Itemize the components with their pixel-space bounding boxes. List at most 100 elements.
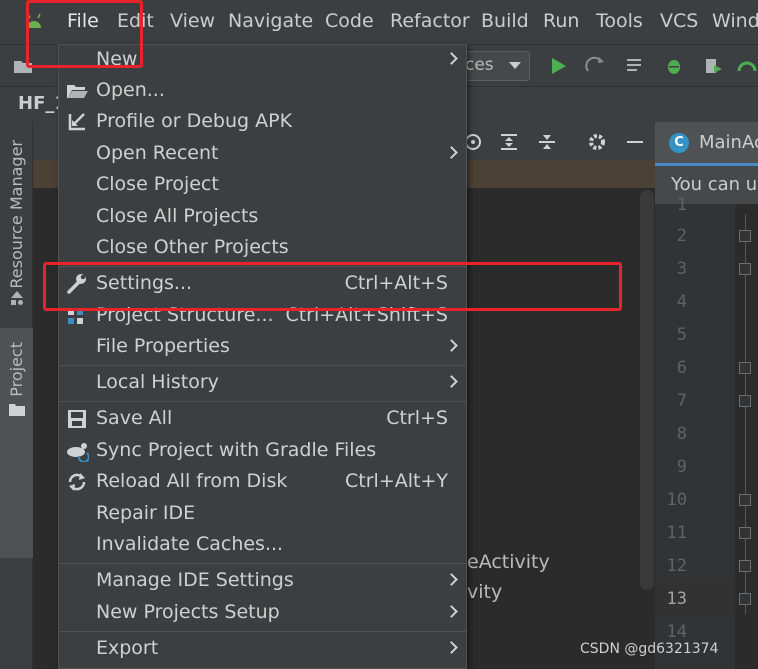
- fold-marker-icon[interactable]: [739, 395, 751, 407]
- tree-item[interactable]: eActivity: [467, 551, 550, 573]
- line-number: 4: [676, 292, 687, 312]
- menu-item-repair-ide[interactable]: Repair IDE: [59, 499, 466, 530]
- menu-item-label: Close Project: [96, 173, 219, 195]
- menu-code[interactable]: Code: [325, 10, 374, 32]
- menu-run[interactable]: Run: [543, 10, 579, 32]
- chevron-right-icon: [445, 52, 458, 65]
- editor-tab-mainactivity[interactable]: C MainAc: [655, 122, 758, 166]
- chevron-right-icon: [445, 375, 458, 388]
- menu-item-manage-ide-settings[interactable]: Manage IDE Settings: [59, 566, 466, 597]
- fold-marker-icon[interactable]: [739, 494, 751, 506]
- menu-item-profile-debug-apk[interactable]: Profile or Debug APK: [59, 107, 466, 138]
- left-tool-strip: Resource Manager Project: [0, 122, 33, 669]
- menu-item-label: File Properties: [96, 335, 230, 357]
- fold-marker-icon[interactable]: [739, 263, 751, 275]
- menu-item-shortcut: Ctrl+Alt+Y: [345, 470, 448, 492]
- editor-tab-label: MainAc: [699, 132, 758, 153]
- menu-item-file-properties[interactable]: File Properties: [59, 332, 466, 363]
- menu-separator: [59, 401, 466, 402]
- line-number-current: 13: [666, 589, 687, 609]
- minimize-icon[interactable]: [625, 132, 645, 152]
- editor-notice-text: You can us: [671, 174, 758, 195]
- menu-item-label: Close All Projects: [96, 205, 259, 227]
- line-number: 3: [676, 259, 687, 279]
- tab-project[interactable]: Project: [0, 328, 33, 558]
- run-list-icon[interactable]: [624, 55, 646, 77]
- debug-icon[interactable]: [663, 55, 685, 77]
- menu-item-label: Invalidate Caches...: [96, 533, 284, 555]
- folder-icon: [9, 404, 25, 416]
- editor-tab-bar: C MainAc: [655, 122, 758, 166]
- menu-separator: [59, 365, 466, 366]
- fold-marker-icon[interactable]: [739, 527, 751, 539]
- menu-item-reload-all[interactable]: Reload All from Disk Ctrl+Alt+Y: [59, 467, 466, 498]
- line-number: 10: [666, 490, 687, 510]
- chevron-right-icon: [445, 573, 458, 586]
- run-icon[interactable]: [547, 55, 569, 77]
- folder-open-icon: [67, 85, 88, 98]
- menu-item-label: Open...: [96, 79, 165, 101]
- menu-separator: [59, 631, 466, 632]
- line-number: 9: [676, 457, 687, 477]
- menu-item-close-project[interactable]: Close Project: [59, 170, 466, 201]
- menu-item-label: Close Other Projects: [96, 236, 289, 258]
- menu-item-sync-gradle[interactable]: Sync Project with Gradle Files: [59, 436, 466, 467]
- line-number: 1: [676, 195, 687, 215]
- menu-item-local-history[interactable]: Local History: [59, 368, 466, 399]
- chevron-down-icon: [509, 62, 521, 69]
- chevron-right-icon: [445, 605, 458, 618]
- menu-item-label: Local History: [96, 371, 219, 393]
- menu-vcs[interactable]: VCS: [660, 10, 698, 32]
- chevron-right-icon: [445, 146, 458, 159]
- menu-item-label: Repair IDE: [96, 502, 196, 524]
- line-number: 11: [666, 523, 687, 543]
- menu-item-open-recent[interactable]: Open Recent: [59, 139, 466, 170]
- watermark: CSDN @gd6321374: [580, 641, 719, 657]
- gear-icon[interactable]: [587, 132, 607, 152]
- tab-project-label: Project: [7, 342, 26, 397]
- chevron-right-icon: [445, 641, 458, 654]
- menu-item-label: Sync Project with Gradle Files: [96, 439, 377, 461]
- menu-item-save-all[interactable]: Save All Ctrl+S: [59, 404, 466, 435]
- line-number: 6: [676, 358, 687, 378]
- coverage-icon[interactable]: [702, 55, 724, 77]
- menu-item-new-projects-setup[interactable]: New Projects Setup: [59, 598, 466, 629]
- project-scrollbar[interactable]: [640, 190, 654, 590]
- menu-item-shortcut: Ctrl+S: [386, 407, 448, 429]
- save-icon: [68, 410, 86, 428]
- menu-item-close-other-projects[interactable]: Close Other Projects: [59, 233, 466, 264]
- menu-item-open[interactable]: Open...: [59, 76, 466, 107]
- menu-item-close-all-projects[interactable]: Close All Projects: [59, 202, 466, 233]
- menu-build[interactable]: Build: [481, 10, 529, 32]
- line-number: 14: [666, 622, 687, 642]
- menu-tools[interactable]: Tools: [596, 10, 643, 32]
- menu-navigate[interactable]: Navigate: [228, 10, 313, 32]
- fold-marker-icon[interactable]: [739, 230, 751, 242]
- line-number: 2: [676, 226, 687, 246]
- fold-marker-icon[interactable]: [739, 593, 751, 605]
- menu-item-label: New Projects Setup: [96, 601, 280, 623]
- resource-manager-icon: [11, 291, 23, 305]
- fold-marker-icon[interactable]: [739, 560, 751, 572]
- menu-view[interactable]: View: [170, 10, 215, 32]
- fold-marker-icon[interactable]: [739, 362, 751, 374]
- menu-item-export[interactable]: Export: [59, 634, 466, 665]
- import-arrow-icon: [68, 113, 85, 131]
- menu-window[interactable]: Wind: [712, 10, 758, 32]
- file-menu: New Open... Profile or Debug APK Open Re…: [58, 44, 467, 669]
- tree-item[interactable]: vity: [467, 581, 502, 603]
- profiler-icon[interactable]: [736, 55, 758, 77]
- menu-item-invalidate-caches[interactable]: Invalidate Caches...: [59, 530, 466, 561]
- apply-changes-icon[interactable]: [584, 55, 606, 77]
- line-number: 7: [676, 391, 687, 411]
- menu-item-label: Manage IDE Settings: [96, 569, 294, 591]
- menu-item-label: Profile or Debug APK: [96, 110, 293, 132]
- class-icon: C: [669, 133, 689, 153]
- device-select[interactable]: ces: [460, 51, 530, 81]
- line-number: 5: [676, 325, 687, 345]
- expand-all-icon[interactable]: [499, 132, 519, 152]
- reload-icon: [68, 473, 86, 491]
- menu-separator: [59, 563, 466, 564]
- menu-refactor[interactable]: Refactor: [390, 10, 470, 32]
- collapse-all-icon[interactable]: [537, 132, 557, 152]
